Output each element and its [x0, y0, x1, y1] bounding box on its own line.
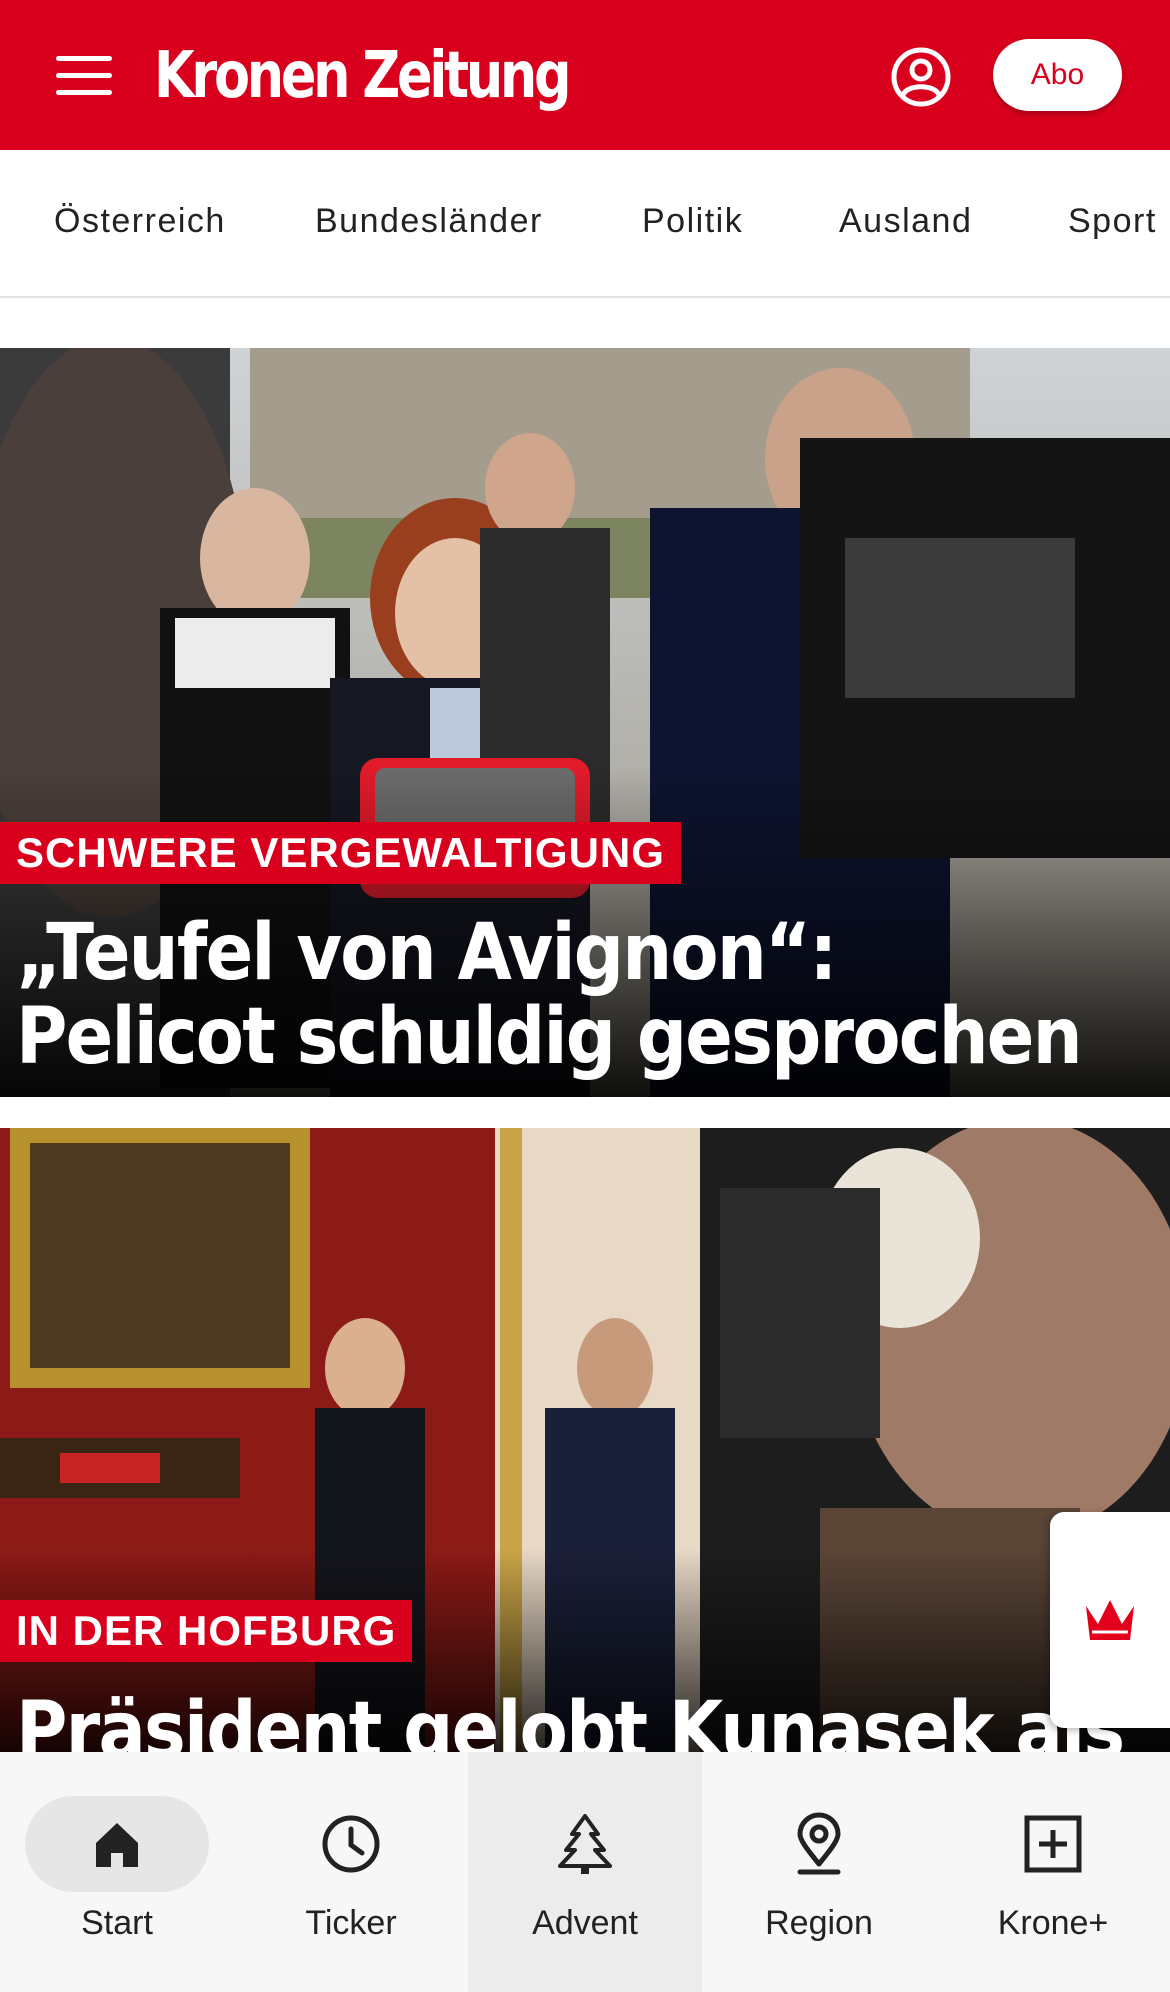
article-card-kunasek[interactable]: IN DER HOFBURG Präsident gelobt Kunasek … [0, 1128, 1170, 1752]
abo-button[interactable]: Abo [993, 39, 1122, 111]
nav-advent[interactable]: Advent [468, 1752, 702, 1992]
location-pin-icon [727, 1796, 911, 1892]
home-icon [25, 1796, 209, 1892]
category-oesterreich[interactable]: Österreich [54, 202, 226, 241]
bottom-nav: Start Ticker Advent Region Krone+ [0, 1752, 1170, 1992]
site-logo[interactable]: Kronen Zeitung [154, 36, 572, 116]
nav-label: Start [81, 1904, 153, 1942]
tree-icon [493, 1796, 677, 1892]
category-ausland[interactable]: Ausland [839, 202, 972, 241]
article-headline-line-1: „Teufel von Avignon“: [16, 908, 837, 998]
nav-label: Ticker [305, 1904, 397, 1942]
user-account-icon[interactable] [890, 46, 952, 108]
nav-region[interactable]: Region [702, 1752, 936, 1992]
hamburger-menu-icon[interactable] [56, 56, 112, 96]
nav-ticker[interactable]: Ticker [234, 1752, 468, 1992]
nav-krone-plus[interactable]: Krone+ [936, 1752, 1170, 1992]
nav-start[interactable]: Start [0, 1752, 234, 1992]
krone-crown-button[interactable] [1050, 1512, 1170, 1728]
article-card-pelicot[interactable]: SCHWERE VERGEWALTIGUNG „Teufel von Avign… [0, 348, 1170, 1097]
nav-label: Region [765, 1904, 873, 1942]
category-nav: Österreich Bundesländer Politik Ausland … [0, 150, 1170, 298]
category-politik[interactable]: Politik [642, 202, 743, 241]
top-header: Kronen Zeitung Abo [0, 0, 1170, 150]
article-headline-line-2: Pelicot schuldig gesprochen [16, 992, 1083, 1082]
article-kicker: SCHWERE VERGEWALTIGUNG [0, 822, 681, 884]
crown-icon [1086, 1600, 1134, 1640]
article-headline-line-1: Präsident gelobt Kunasek als [16, 1686, 1125, 1752]
nav-label: Krone+ [997, 1904, 1109, 1942]
clock-icon [259, 1796, 443, 1892]
category-bundeslaender[interactable]: Bundesländer [315, 202, 543, 241]
category-sport[interactable]: Sport [1068, 202, 1157, 241]
nav-label: Advent [532, 1904, 638, 1942]
article-kicker: IN DER HOFBURG [0, 1600, 413, 1662]
plus-box-icon [961, 1796, 1145, 1892]
